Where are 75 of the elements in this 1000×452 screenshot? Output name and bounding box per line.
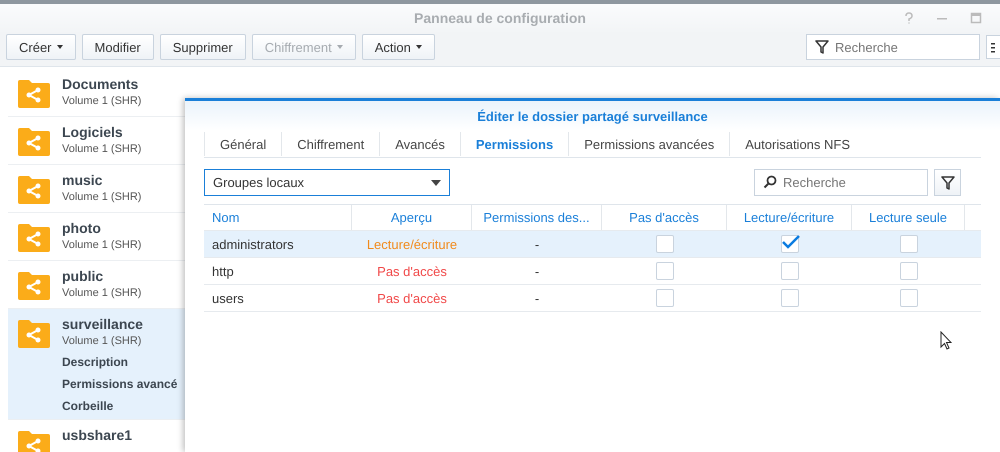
mouse-cursor-icon — [940, 331, 952, 350]
share-item[interactable]: Documents Volume 1 (SHR) — [8, 69, 185, 117]
share-item[interactable]: music Volume 1 (SHR) — [8, 165, 185, 213]
window-title: Panneau de configuration — [414, 10, 586, 26]
share-volume: Volume 1 (SHR) — [62, 287, 142, 299]
toolbar-button[interactable]: Action — [362, 34, 435, 60]
tab[interactable]: Avancés — [379, 132, 460, 156]
checkbox[interactable] — [780, 262, 798, 280]
share-name: photo — [62, 220, 102, 236]
share-item[interactable]: photo Volume 1 (SHR) — [8, 213, 185, 261]
tab[interactable]: Chiffrement — [281, 132, 380, 156]
shared-folder-icon — [18, 128, 50, 156]
filter-icon — [815, 40, 829, 54]
column-header[interactable]: Lecture seule — [852, 205, 965, 230]
shared-folder-icon — [18, 176, 50, 204]
column-header[interactable]: Aperçu — [352, 205, 472, 230]
search-field[interactable]: Recherche — [806, 34, 980, 60]
share-volume: Volume 1 (SHR) — [62, 191, 142, 203]
filter-button[interactable] — [934, 169, 961, 196]
share-name: public — [62, 268, 104, 284]
share-detail-label: Description — [62, 355, 130, 369]
maximize-icon[interactable] — [970, 12, 982, 24]
table-cell-text: Pas d'accès — [376, 262, 448, 280]
filter-icon — [940, 176, 954, 190]
checkbox[interactable] — [900, 235, 918, 253]
list-view-icon[interactable] — [986, 35, 1000, 59]
checkbox[interactable] — [656, 262, 674, 280]
share-volume: Volume 1 (SHR) — [62, 335, 142, 347]
search-icon — [763, 175, 777, 189]
column-header[interactable]: Pas d'accès — [602, 205, 727, 230]
checkbox[interactable] — [900, 289, 918, 307]
checkbox[interactable] — [656, 235, 674, 253]
shared-folder-icon — [18, 80, 50, 108]
dialog-title: Éditer le dossier partagé surveillance — [477, 108, 708, 124]
table-cell-text: administrators — [211, 236, 295, 254]
tab[interactable]: Permissions avancées — [568, 132, 730, 156]
help-icon[interactable] — [904, 12, 914, 24]
column-header[interactable]: Lecture/écriture — [727, 205, 852, 230]
table-cell-text: Pas d'accès — [376, 290, 448, 308]
table-cell-text: http — [211, 262, 235, 281]
shared-folder-icon — [18, 272, 50, 300]
share-item[interactable]: usbshare1 — [8, 420, 185, 452]
group-dropdown[interactable]: Groupes locaux — [204, 169, 450, 196]
share-volume: Volume 1 (SHR) — [62, 143, 142, 155]
checkbox[interactable] — [780, 289, 798, 307]
column-header[interactable]: Nom — [204, 205, 352, 230]
column-header[interactable]: Permissions des... — [472, 205, 602, 230]
share-volume: Volume 1 (SHR) — [62, 239, 142, 251]
shared-folder-icon — [18, 320, 50, 348]
tab[interactable]: Autorisations NFS — [729, 132, 866, 156]
share-name: usbshare1 — [62, 427, 132, 443]
toolbar-button[interactable]: Créer — [6, 34, 76, 60]
table-cell-text: - — [534, 290, 540, 308]
toolbar-button[interactable]: Modifier — [82, 34, 154, 60]
checkbox[interactable] — [656, 289, 674, 307]
share-name: surveillance — [62, 316, 144, 332]
share-item[interactable]: surveillance Volume 1 (SHR) Description Permissions avancé Corbeille — [8, 309, 185, 420]
share-detail-label: Corbeille — [62, 399, 114, 413]
share-volume: Volume 1 (SHR) — [62, 95, 142, 107]
table-cell-text: Lecture/écriture — [366, 236, 458, 254]
table-cell-text: users — [211, 290, 245, 308]
share-item[interactable]: Logiciels Volume 1 (SHR) — [8, 117, 185, 165]
shared-folder-icon — [18, 224, 50, 252]
tab[interactable]: Permissions — [460, 132, 568, 156]
toolbar-button[interactable]: Supprimer — [160, 34, 246, 60]
share-name: music — [62, 172, 104, 188]
share-detail-label: Permissions avancé — [62, 377, 178, 391]
share-name: Logiciels — [62, 124, 124, 140]
table-cell-text: - — [534, 236, 540, 254]
search-field[interactable]: Recherche — [754, 169, 928, 196]
share-name: Documents — [62, 76, 140, 92]
tab[interactable]: Général — [204, 132, 282, 156]
checkbox[interactable] — [900, 262, 918, 280]
table-cell-text: - — [534, 262, 540, 280]
checkbox[interactable] — [780, 235, 798, 253]
